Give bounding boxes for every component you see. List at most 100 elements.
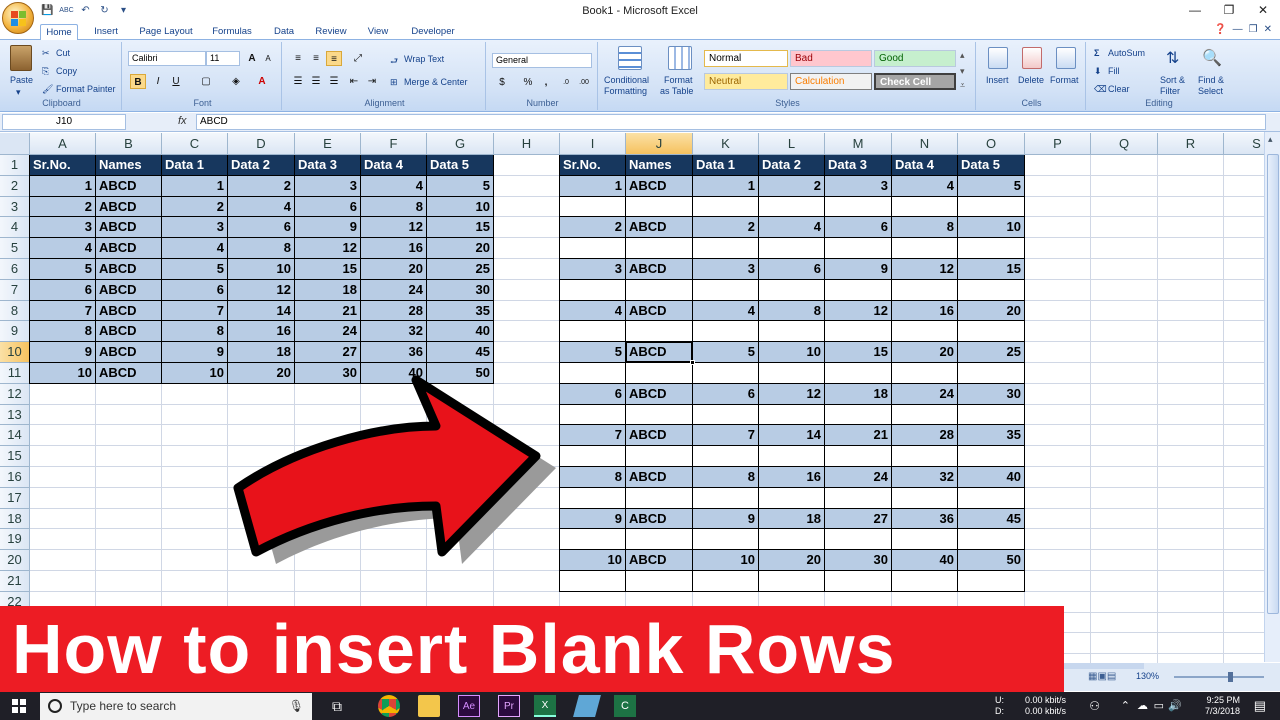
blank-row-cell[interactable] — [825, 529, 892, 551]
network-icon[interactable]: ▭ — [1154, 699, 1164, 712]
row-header-3[interactable]: 3 — [0, 196, 30, 218]
paste-button[interactable]: Paste — [10, 75, 33, 85]
right-table-cell[interactable]: 20 — [892, 342, 958, 363]
column-header-f[interactable]: F — [361, 133, 427, 155]
right-table-cell[interactable]: 45 — [958, 508, 1025, 530]
blank-row-cell[interactable] — [892, 196, 958, 218]
column-header-p[interactable]: P — [1025, 133, 1091, 155]
tab-data[interactable]: Data — [266, 24, 302, 40]
right-table-cell[interactable]: 4 — [693, 300, 759, 322]
right-table-cell[interactable]: ABCD — [626, 508, 693, 530]
left-header-cell[interactable]: Names — [96, 155, 162, 176]
right-table-cell[interactable]: 10 — [693, 550, 759, 571]
insert-cells-button[interactable]: Insert — [986, 75, 1009, 85]
left-table-cell[interactable]: 6 — [295, 196, 361, 218]
blank-row-cell[interactable] — [892, 238, 958, 259]
row-header-12[interactable]: 12 — [0, 383, 30, 405]
blank-row-cell[interactable] — [626, 529, 693, 551]
borders-icon[interactable]: ▢ — [198, 74, 214, 89]
left-table-cell[interactable]: 2 — [162, 196, 228, 218]
blank-row-cell[interactable] — [759, 238, 825, 259]
tab-home[interactable]: Home — [40, 24, 78, 40]
ribbon-close-icon[interactable]: ✕ — [1264, 24, 1272, 35]
row-header-19[interactable]: 19 — [0, 529, 30, 551]
left-table-cell[interactable]: 10 — [427, 196, 494, 218]
tab-review[interactable]: Review — [308, 24, 354, 40]
left-table-cell[interactable]: 12 — [361, 217, 427, 239]
italic-button[interactable]: I — [150, 74, 166, 89]
column-header-r[interactable]: R — [1158, 133, 1224, 155]
tab-insert[interactable]: Insert — [86, 24, 126, 40]
column-header-o[interactable]: O — [958, 133, 1025, 155]
blank-row-cell[interactable] — [626, 363, 693, 384]
blank-row-cell[interactable] — [825, 196, 892, 218]
left-table-cell[interactable]: 24 — [295, 321, 361, 343]
format-as-table-label2[interactable]: as Table — [660, 86, 693, 96]
hscroll-fragment[interactable] — [1064, 663, 1144, 669]
font-name-select[interactable]: Calibri — [128, 51, 206, 66]
right-table-cell[interactable]: ABCD — [626, 342, 693, 363]
blank-row-cell[interactable] — [825, 279, 892, 301]
left-table-cell[interactable]: 12 — [228, 279, 295, 301]
right-table-cell[interactable]: 6 — [759, 259, 825, 280]
tab-developer[interactable]: Developer — [402, 24, 464, 40]
blank-row-cell[interactable] — [626, 196, 693, 218]
right-table-cell[interactable]: 20 — [759, 550, 825, 571]
blank-row-cell[interactable] — [560, 321, 626, 343]
close-button[interactable]: ✕ — [1246, 0, 1280, 20]
grow-font-button[interactable]: A — [244, 51, 260, 66]
blank-row-cell[interactable] — [693, 279, 759, 301]
blank-row-cell[interactable] — [892, 571, 958, 592]
left-table-cell[interactable]: 16 — [361, 238, 427, 259]
right-table-cell[interactable]: 2 — [693, 217, 759, 239]
style-check-cell[interactable]: Check Cell — [874, 73, 956, 90]
align-middle-icon[interactable]: ≡ — [308, 51, 324, 66]
blank-row-cell[interactable] — [693, 529, 759, 551]
shrink-font-button[interactable]: A — [260, 51, 276, 66]
left-table-cell[interactable]: 3 — [295, 175, 361, 197]
left-table-cell[interactable]: 8 — [30, 321, 96, 343]
blank-row-cell[interactable] — [626, 238, 693, 259]
right-table-cell[interactable]: 6 — [825, 217, 892, 239]
left-table-cell[interactable]: 18 — [295, 279, 361, 301]
tab-view[interactable]: View — [360, 24, 396, 40]
cut-button[interactable]: Cut — [56, 48, 70, 58]
column-header-d[interactable]: D — [228, 133, 295, 155]
right-table-cell[interactable]: 4 — [759, 217, 825, 239]
right-table-cell[interactable]: 10 — [759, 342, 825, 363]
right-table-cell[interactable]: 9 — [693, 508, 759, 530]
left-table-cell[interactable]: 8 — [162, 321, 228, 343]
row-header-2[interactable]: 2 — [0, 175, 30, 197]
left-table-cell[interactable]: 6 — [228, 217, 295, 239]
row-header-1[interactable]: 1 — [0, 155, 30, 176]
left-table-cell[interactable]: 7 — [30, 300, 96, 322]
column-header-m[interactable]: M — [825, 133, 892, 155]
blank-row-cell[interactable] — [825, 446, 892, 467]
currency-button[interactable]: $ — [494, 75, 510, 90]
right-table-cell[interactable]: 6 — [560, 383, 626, 405]
right-table-cell[interactable]: 50 — [958, 550, 1025, 571]
right-table-cell[interactable]: 24 — [892, 383, 958, 405]
blank-row-cell[interactable] — [825, 321, 892, 343]
conditional-formatting-button[interactable]: Conditional — [604, 75, 649, 85]
left-table-cell[interactable]: 3 — [162, 217, 228, 239]
scroll-up-icon[interactable]: ▴ — [1268, 134, 1273, 145]
blank-row-cell[interactable] — [626, 321, 693, 343]
left-table-cell[interactable]: 4 — [228, 196, 295, 218]
row-header-11[interactable]: 11 — [0, 363, 30, 384]
taskbar-search[interactable]: Type here to search 🎙 — [40, 693, 312, 720]
right-table-cell[interactable]: ABCD — [626, 300, 693, 322]
left-table-cell[interactable]: ABCD — [96, 321, 162, 343]
blank-row-cell[interactable] — [958, 404, 1025, 426]
right-table-cell[interactable]: 2 — [560, 217, 626, 239]
blank-row-cell[interactable] — [759, 571, 825, 592]
right-table-cell[interactable]: 6 — [693, 383, 759, 405]
left-table-cell[interactable]: ABCD — [96, 342, 162, 363]
right-table-cell[interactable]: 7 — [560, 425, 626, 447]
paste-icon[interactable] — [10, 45, 32, 71]
right-table-cell[interactable]: 18 — [759, 508, 825, 530]
insert-function-icon[interactable]: fx — [178, 115, 187, 127]
copy-icon[interactable]: ⎘ — [42, 66, 49, 77]
left-table-cell[interactable]: ABCD — [96, 175, 162, 197]
blank-row-cell[interactable] — [693, 446, 759, 467]
